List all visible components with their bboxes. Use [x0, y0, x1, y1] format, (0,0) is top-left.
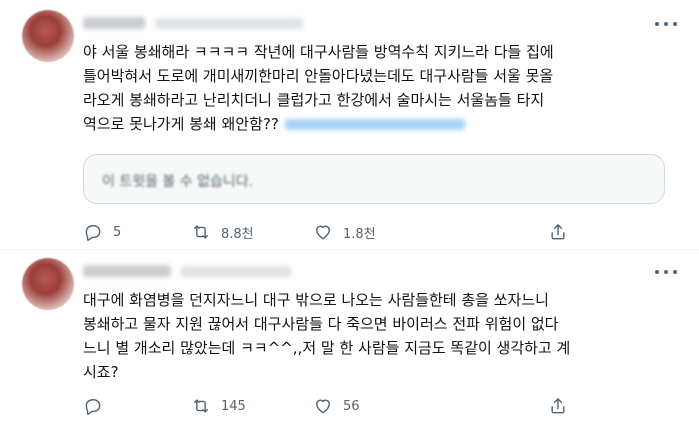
tweet-text-line: 대구에 화염병을 던지자느니 대구 밖으로 나오는 사람들한테 총을 쏘자느니	[83, 291, 549, 309]
avatar[interactable]	[22, 10, 74, 62]
tweet-text-line: 야 서울 봉쇄해라 ㅋㅋㅋㅋ 작년에 대구사람들 방역수칙 지키느라 다들 집에	[83, 43, 554, 61]
unavailable-quote-card[interactable]: 이 트윗을 볼 수 없습니다.	[83, 154, 665, 204]
redacted-handle	[181, 265, 291, 277]
tweet[interactable]: 대구에 화염병을 던지자느니 대구 밖으로 나오는 사람들한테 총을 쏘자느니 …	[0, 250, 699, 436]
tweet-text-line: 느니 별 개소리 많았는데 ㅋㅋ^^,,저 말 한 사람들 지금도 똑같이 생각…	[83, 339, 571, 357]
retweet-icon	[194, 225, 208, 239]
tweet-text: 대구에 화염병을 던지자느니 대구 밖으로 나오는 사람들한테 총을 쏘자느니 …	[83, 288, 683, 384]
reply-button[interactable]: 5	[83, 222, 121, 242]
tweet-text-line: 시죠?	[83, 363, 119, 381]
retweet-icon	[194, 399, 208, 413]
redacted-handle	[155, 17, 303, 29]
like-button[interactable]: 56	[313, 396, 360, 416]
tweet-header	[83, 14, 303, 32]
tweet-header	[83, 262, 291, 280]
redacted-display-name	[83, 17, 145, 29]
retweet-count: 8.8천	[221, 226, 254, 242]
like-count: 1.8천	[343, 226, 376, 242]
reply-button[interactable]	[83, 396, 113, 416]
share-button[interactable]	[548, 222, 568, 242]
tweet-text-line: 봉쇄하고 물자 지원 끊어서 대구사람들 다 죽으면 바이러스 전파 위험이 없…	[83, 315, 559, 333]
tweet-text: 야 서울 봉쇄해라 ㅋㅋㅋㅋ 작년에 대구사람들 방역수칙 지키느라 다들 집에…	[83, 40, 683, 136]
more-icon[interactable]	[655, 17, 677, 31]
tweet-actions: 145 56	[83, 396, 683, 416]
share-button[interactable]	[548, 396, 568, 416]
redacted-display-name	[83, 265, 171, 277]
redacted-link[interactable]	[284, 119, 465, 130]
tweet-text-line: 틀어박혀서 도로에 개미새끼한마리 안돌아다녔는데도 대구사람들 서울 못올	[83, 67, 554, 85]
retweet-count: 145	[221, 398, 246, 414]
like-button[interactable]: 1.8천	[313, 222, 376, 242]
tweet-text-line: 라오게 봉쇄하라고 난리치더니 클럽가고 한강에서 술마시는 서울놈들 타지	[83, 91, 545, 109]
share-icon	[551, 398, 565, 414]
avatar[interactable]	[22, 258, 74, 310]
like-icon	[316, 399, 330, 414]
retweet-button[interactable]: 8.8천	[191, 222, 254, 242]
like-count: 56	[343, 398, 360, 414]
tweet-text-line-last: 역으로 못나가게 봉쇄 왜안함??	[83, 112, 683, 136]
retweet-button[interactable]: 145	[191, 396, 246, 416]
more-icon[interactable]	[655, 265, 677, 279]
reply-count: 5	[113, 224, 122, 240]
reply-icon	[85, 225, 101, 241]
reply-icon	[85, 399, 101, 415]
share-icon	[551, 224, 565, 240]
tweet[interactable]: 야 서울 봉쇄해라 ㅋㅋㅋㅋ 작년에 대구사람들 방역수칙 지키느라 다들 집에…	[0, 0, 699, 250]
like-icon	[316, 225, 330, 240]
tweet-actions: 5 8.8천 1.8천	[83, 222, 683, 242]
tweet-text-segment: 역으로 못나가게 봉쇄 왜안함??	[83, 115, 279, 133]
quote-unavailable-text: 이 트윗을 볼 수 없습니다.	[102, 174, 254, 190]
